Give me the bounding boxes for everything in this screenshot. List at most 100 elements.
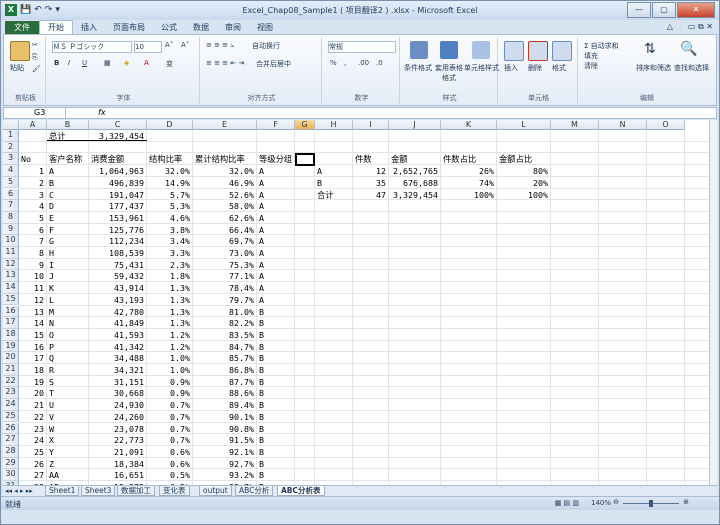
formula-input[interactable] — [114, 108, 716, 118]
cell-f5[interactable]: A — [259, 178, 292, 188]
phonetic-button[interactable]: 变 — [166, 59, 173, 69]
column-header-m[interactable]: M — [551, 120, 599, 130]
sheet-tab-7[interactable]: ABC分析表 — [277, 486, 325, 496]
cell-e26[interactable]: 90.8% — [195, 424, 254, 434]
cell-b9[interactable]: F — [49, 225, 86, 235]
sheet-tab-1[interactable]: Sheet1 — [45, 486, 80, 496]
cell-f7[interactable]: A — [259, 201, 292, 211]
cell-e16[interactable]: 81.0% — [195, 307, 254, 317]
cell-c14[interactable]: 43,914 — [91, 283, 144, 293]
cell-e19[interactable]: 84.7% — [195, 342, 254, 352]
row-header-2[interactable]: 2 — [3, 141, 19, 154]
row-header-5[interactable]: 5 — [3, 176, 19, 189]
cell-d20[interactable]: 1.0% — [149, 353, 190, 363]
cell-b5[interactable]: B — [49, 178, 86, 188]
cell-b24[interactable]: U — [49, 400, 86, 410]
cell-e18[interactable]: 83.5% — [195, 330, 254, 340]
cell-b29[interactable]: Z — [49, 459, 86, 469]
cell-h6[interactable]: 合计 — [317, 190, 350, 200]
tab-formulas[interactable]: 公式 — [153, 21, 185, 34]
cell-h4[interactable]: A — [317, 166, 350, 176]
row-header-17[interactable]: 17 — [3, 317, 19, 329]
tab-review[interactable]: 审阅 — [217, 21, 249, 34]
row-header-9[interactable]: 9 — [3, 223, 19, 236]
cell-l4[interactable]: 80% — [499, 166, 548, 176]
column-header-c[interactable]: C — [89, 120, 147, 130]
zoom-slider[interactable] — [623, 500, 679, 507]
cell-f22[interactable]: B — [259, 377, 292, 387]
column-header-a[interactable]: A — [19, 120, 47, 130]
cell-a28[interactable]: 25 — [21, 447, 44, 457]
cell-b13[interactable]: J — [49, 271, 86, 281]
zoom-out-icon[interactable]: ⊖ — [613, 498, 619, 506]
cell-i3[interactable]: 件数 — [355, 154, 386, 164]
cell-c23[interactable]: 30,668 — [91, 388, 144, 398]
cell-b20[interactable]: Q — [49, 353, 86, 363]
maximize-button[interactable]: ▢ — [652, 2, 676, 18]
cell-e14[interactable]: 78.4% — [195, 283, 254, 293]
cell-a12[interactable]: 9 — [21, 260, 44, 270]
cell-a17[interactable]: 14 — [21, 318, 44, 328]
cell-f20[interactable]: B — [259, 353, 292, 363]
zoom-slider-thumb[interactable] — [649, 500, 653, 507]
worksheet-grid[interactable]: A B C D E F G H I J K L M N O 1 总计 3,329,454 2 3 No 客户名称 消费金额结… — [3, 120, 709, 485]
cell-c22[interactable]: 31,151 — [91, 377, 144, 387]
cell-a15[interactable]: 12 — [21, 295, 44, 305]
cell-d30[interactable]: 0.5% — [149, 470, 190, 480]
format-as-table-icon[interactable] — [440, 41, 458, 59]
sheet-tab-3[interactable]: 数据加工 — [117, 486, 155, 496]
cell-d12[interactable]: 2.3% — [149, 260, 190, 270]
find-select-button[interactable]: 查找和选择 — [674, 63, 709, 73]
cut-icon[interactable]: ✂ — [32, 41, 38, 49]
font-size-select[interactable]: 10 — [134, 41, 162, 53]
cell-d27[interactable]: 0.7% — [149, 435, 190, 445]
cell-c11[interactable]: 108,539 — [91, 248, 144, 258]
sheet-tab-6[interactable]: ABC分析 — [235, 486, 274, 496]
column-header-j[interactable]: J — [389, 120, 441, 130]
cell-c4[interactable]: 1,064,963 — [91, 166, 144, 176]
cell-d9[interactable]: 3.8% — [149, 225, 190, 235]
cell-e12[interactable]: 75.3% — [195, 260, 254, 270]
cell-styles-button[interactable]: 单元格样式 — [464, 63, 499, 73]
cell-f30[interactable]: B — [259, 470, 292, 480]
cell-c7[interactable]: 177,437 — [91, 201, 144, 211]
cell-e8[interactable]: 62.6% — [195, 213, 254, 223]
cell-b26[interactable]: W — [49, 424, 86, 434]
cell-a24[interactable]: 21 — [21, 400, 44, 410]
cell-e13[interactable]: 77.1% — [195, 271, 254, 281]
column-header-k[interactable]: K — [441, 120, 497, 130]
row-header-7[interactable]: 7 — [3, 200, 19, 212]
row-header-12[interactable]: 12 — [3, 258, 19, 271]
sheet-tab-2[interactable]: Sheet3 — [81, 486, 116, 496]
wrap-text-button[interactable]: 自动换行 — [252, 41, 280, 51]
cell-f14[interactable]: A — [259, 283, 292, 293]
row-header-22[interactable]: 22 — [3, 375, 19, 388]
row-header-26[interactable]: 26 — [3, 422, 19, 435]
cell-e6[interactable]: 52.6% — [195, 190, 254, 200]
cell-a7[interactable]: 4 — [21, 201, 44, 211]
cell-a13[interactable]: 10 — [21, 271, 44, 281]
cell-l3[interactable]: 金额占比 — [499, 154, 548, 164]
cell-a26[interactable]: 23 — [21, 424, 44, 434]
cell-f9[interactable]: A — [259, 225, 292, 235]
cell-a22[interactable]: 19 — [21, 377, 44, 387]
cell-d19[interactable]: 1.2% — [149, 342, 190, 352]
cell-i5[interactable]: 35 — [355, 178, 386, 188]
cell-d8[interactable]: 4.6% — [149, 213, 190, 223]
cell-c27[interactable]: 22,773 — [91, 435, 144, 445]
cell-b19[interactable]: P — [49, 342, 86, 352]
tab-view[interactable]: 视图 — [249, 21, 281, 34]
cell-c17[interactable]: 41,849 — [91, 318, 144, 328]
cell-d29[interactable]: 0.6% — [149, 459, 190, 469]
row-header-24[interactable]: 24 — [3, 399, 19, 411]
cell-c13[interactable]: 59,432 — [91, 271, 144, 281]
sort-filter-icon[interactable]: ⇅ — [644, 41, 656, 57]
row-header-27[interactable]: 27 — [3, 434, 19, 446]
cell-b15[interactable]: L — [49, 295, 86, 305]
cell-b14[interactable]: K — [49, 283, 86, 293]
italic-button[interactable]: I — [68, 59, 70, 67]
cell-d25[interactable]: 0.7% — [149, 412, 190, 422]
row-header-28[interactable]: 28 — [3, 445, 19, 458]
cell-a19[interactable]: 16 — [21, 342, 44, 352]
cell-f11[interactable]: A — [259, 248, 292, 258]
